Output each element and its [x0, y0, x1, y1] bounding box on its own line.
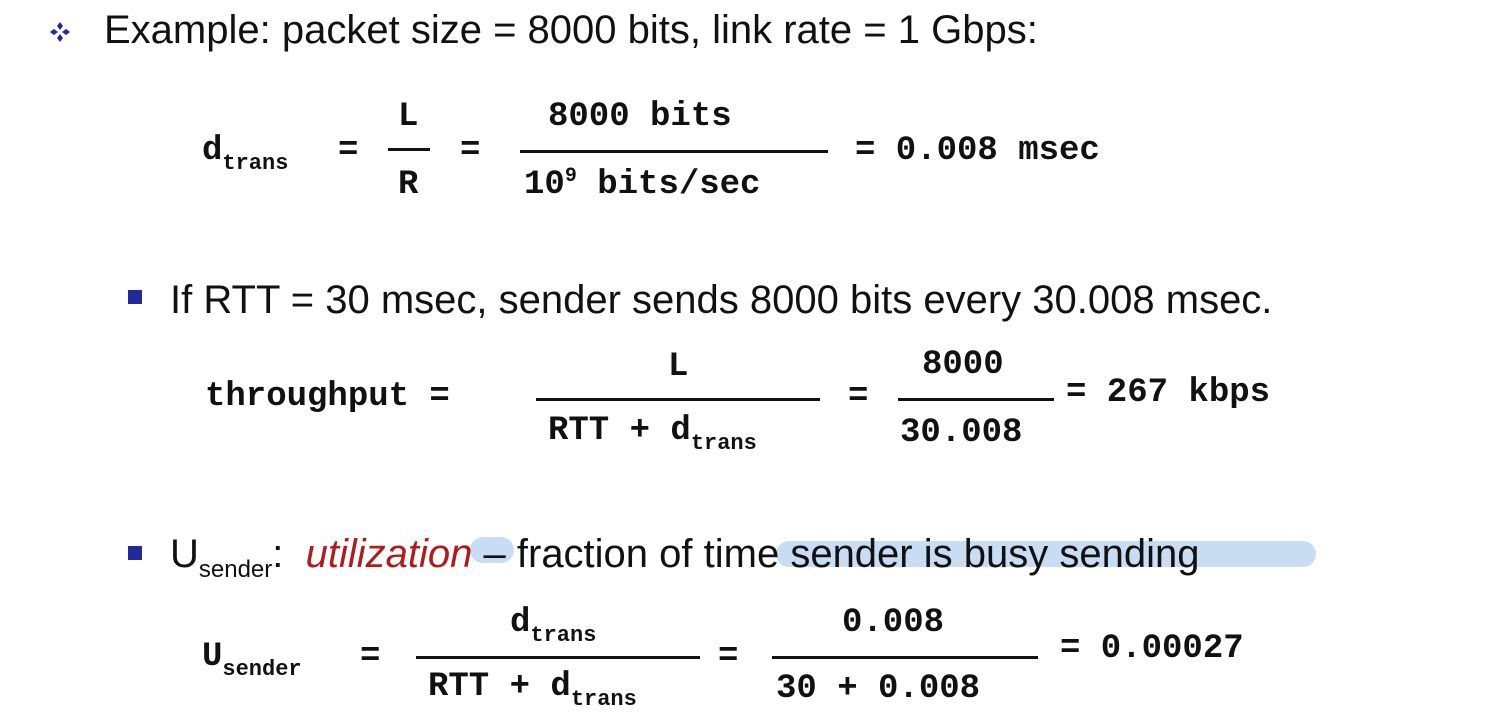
fraction-numerator-0008: 0.008	[842, 604, 945, 642]
fraction-denominator-rtt: RTT + dtrans	[428, 668, 637, 712]
fraction-bar	[536, 398, 820, 401]
fraction-denominator-R: R	[398, 166, 419, 204]
square-bullet-icon	[128, 546, 142, 560]
fraction-numerator-8000: 8000	[922, 346, 1004, 384]
fraction-denominator-30008: 30.008	[900, 414, 1023, 452]
square-bullet-icon	[128, 290, 142, 304]
throughput-lhs: throughput =	[205, 378, 450, 416]
fraction-denominator-30-plus: 30 + 0.008	[776, 670, 981, 708]
dtrans-result: = 0.008 msec	[855, 132, 1100, 170]
rtt-bullet-line: If RTT = 30 msec, sender sends 8000 bits…	[170, 278, 1273, 322]
fraction-bar	[388, 148, 430, 151]
equals-sign: =	[460, 132, 481, 170]
fraction-bar	[772, 656, 1038, 659]
example-line: Example: packet size = 8000 bits, link r…	[104, 8, 1038, 52]
fraction-numerator-dtrans: dtrans	[510, 604, 597, 648]
four-diamond-bullet-icon	[50, 22, 70, 42]
equals-sign: =	[360, 638, 381, 676]
fraction-numerator-bits: 8000 bits	[548, 98, 732, 136]
fraction-numerator-L: L	[398, 98, 419, 136]
fraction-denominator-rate: 109 bits/sec	[524, 165, 761, 204]
fraction-bar	[520, 150, 828, 153]
fraction-numerator-L: L	[668, 348, 689, 386]
fraction-bar	[416, 656, 700, 659]
dtrans-lhs: dtrans	[202, 132, 289, 176]
usender-result: = 0.00027	[1060, 630, 1244, 668]
equals-sign: =	[718, 638, 739, 676]
utilization-bullet-line: Usender: utilization – fraction of time …	[170, 532, 1200, 583]
equals-sign: =	[338, 132, 359, 170]
throughput-result: = 267 kbps	[1066, 374, 1271, 412]
fraction-denominator-rtt: RTT + dtrans	[548, 412, 757, 456]
fraction-bar	[898, 398, 1054, 401]
utilization-term: utilization	[305, 532, 473, 576]
usender-lhs: Usender	[202, 638, 302, 682]
equals-sign: =	[848, 378, 869, 416]
